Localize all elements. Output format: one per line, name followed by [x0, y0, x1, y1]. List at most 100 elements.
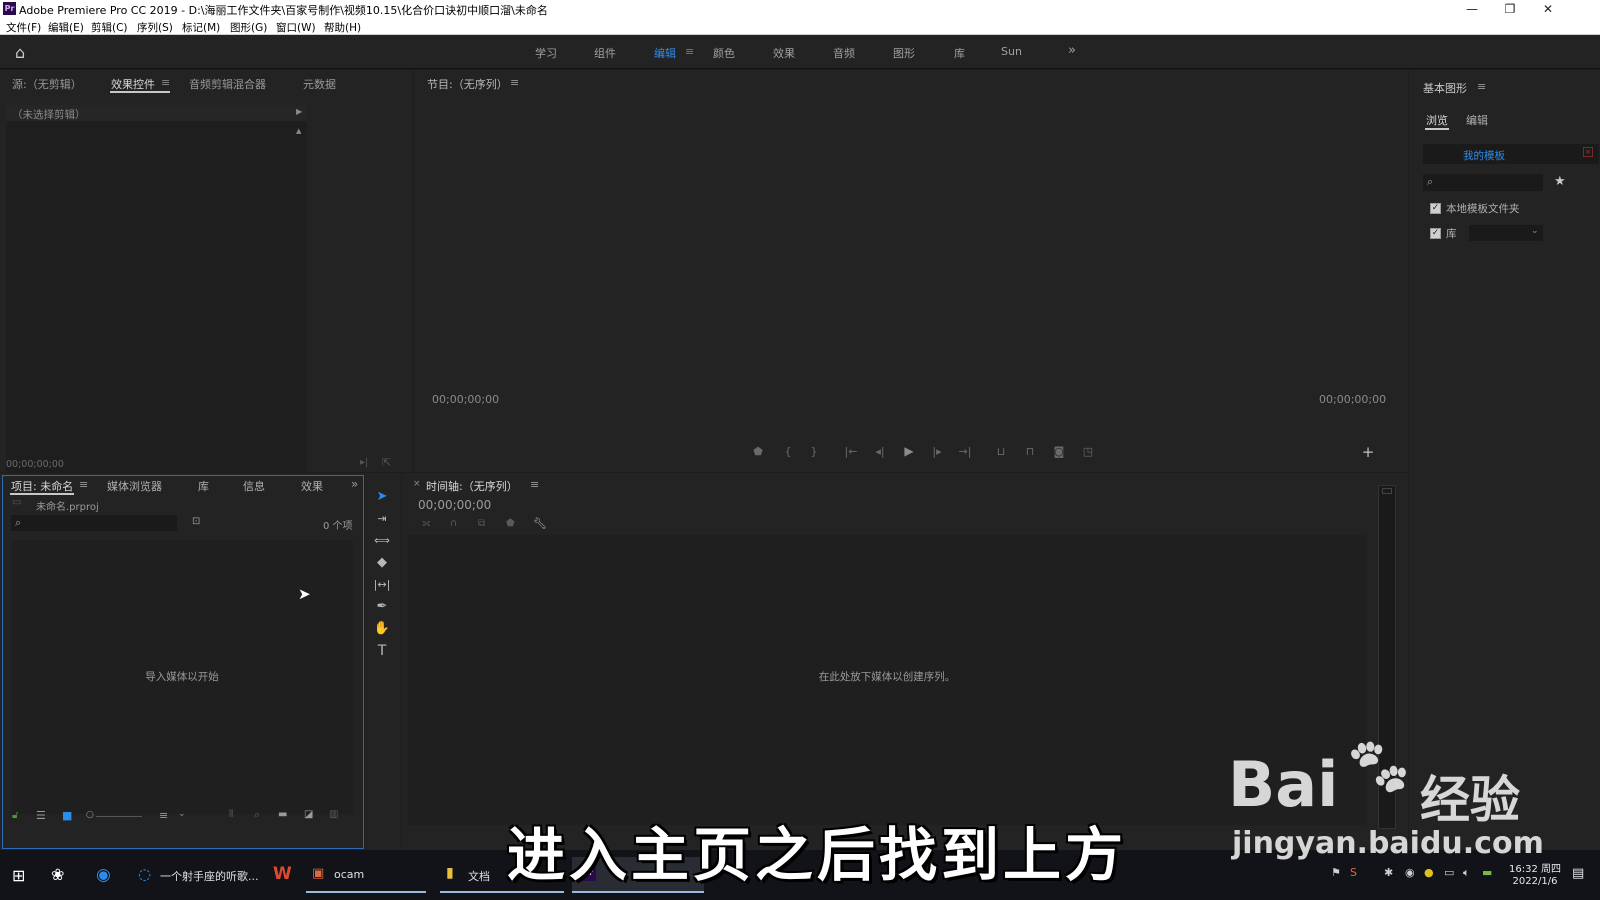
list-view-icon[interactable]: ☰ [36, 809, 46, 822]
zoom-slider-track[interactable] [96, 816, 142, 817]
workspace-editing[interactable]: 编辑 [654, 45, 676, 61]
workspace-effects[interactable]: 效果 [773, 45, 795, 61]
extract-icon[interactable]: ⊓ [1023, 445, 1037, 458]
tab-metadata[interactable]: 元数据 [303, 76, 336, 92]
export-icon[interactable]: ⇱ [382, 456, 391, 469]
workspace-sun[interactable]: Sun [1001, 45, 1022, 58]
type-tool-icon[interactable]: T [372, 642, 392, 660]
menu-marker[interactable]: 标记(M) [182, 20, 220, 35]
linked-selection-icon[interactable]: ⧉ [478, 518, 485, 529]
trash-icon[interactable]: ▥ [329, 809, 338, 820]
step-back-icon[interactable]: ◂| [873, 445, 887, 458]
app-pinned-icon[interactable]: ❀ [51, 865, 64, 884]
go-to-in-icon[interactable]: |← [844, 445, 858, 458]
close-timeline-icon[interactable]: × [413, 479, 421, 489]
tray-volume-icon[interactable]: 🔈︎ [1463, 866, 1470, 880]
tab-menu-icon[interactable]: ≡ [161, 76, 170, 89]
tray-flag-icon[interactable]: ⚑ [1331, 866, 1341, 879]
tray-s-icon[interactable]: S [1350, 866, 1357, 879]
program-timecode-left[interactable]: 00;00;00;00 [432, 393, 499, 406]
project-search-input[interactable]: ⌕ [11, 515, 177, 531]
timeline-timecode[interactable]: 00;00;00;00 [418, 498, 491, 512]
play-audio-icon[interactable]: ▸| [360, 457, 368, 468]
tab-effect-controls[interactable]: 效果控件 [111, 76, 155, 92]
taskbar-time[interactable]: 16:32 周四 [1505, 860, 1565, 875]
favorite-star-icon[interactable]: ★ [1554, 174, 1566, 189]
lock-icon[interactable]: 🔓︎ [12, 810, 18, 821]
sort-icon[interactable]: ≡ [159, 809, 168, 822]
scroll-up-icon[interactable]: ▲ [296, 127, 301, 135]
clear-icon[interactable]: × [1583, 147, 1593, 157]
add-marker-icon[interactable]: ⬟ [506, 518, 515, 529]
tab-media-browser[interactable]: 媒体浏览器 [107, 478, 162, 494]
tab-info[interactable]: 信息 [243, 478, 265, 494]
more-workspaces-icon[interactable]: » [1068, 43, 1076, 58]
menu-window[interactable]: 窗口(W) [276, 20, 316, 35]
tray-bluetooth-icon[interactable]: ✱ [1384, 866, 1393, 879]
tray-record-icon[interactable]: ◉ [1405, 866, 1415, 879]
tray-network-icon[interactable]: ▭ [1444, 866, 1454, 879]
menu-clip[interactable]: 剪辑(C) [91, 20, 128, 35]
lift-icon[interactable]: ⊔ [994, 445, 1008, 458]
wrench-icon[interactable]: 🔧︎ [533, 517, 547, 530]
expand-arrow-icon[interactable]: ▶ [296, 107, 302, 116]
tab-effects[interactable]: 效果 [301, 478, 323, 494]
library-select[interactable]: ⌄ [1469, 225, 1543, 241]
tray-shield-icon[interactable]: ● [1424, 866, 1434, 879]
workspace-learn[interactable]: 学习 [535, 45, 557, 61]
workspace-menu-icon[interactable]: ≡ [685, 45, 694, 58]
play-icon[interactable]: ▶ [902, 444, 916, 458]
pen-tool-icon[interactable]: ✒ [372, 598, 392, 616]
sort-chevron-icon[interactable]: ⌄ [178, 809, 186, 819]
go-to-out-icon[interactable]: →| [958, 445, 972, 458]
zoom-slider-handle[interactable]: ○ [86, 810, 94, 820]
track-select-tool-icon[interactable]: ⇥ [372, 510, 392, 528]
find-icon[interactable]: ⌕ [254, 808, 260, 822]
local-templates-checkbox[interactable]: ✓ [1430, 203, 1441, 214]
new-item-icon[interactable]: ◪ [304, 809, 313, 820]
menu-edit[interactable]: 编辑(E) [48, 20, 84, 35]
export-frame-icon[interactable]: ◙ [1052, 445, 1066, 458]
slip-tool-icon[interactable]: |↔| [372, 576, 392, 594]
tab-edit[interactable]: 编辑 [1466, 112, 1488, 128]
essential-graphics-menu-icon[interactable]: ≡ [1477, 80, 1486, 93]
step-forward-icon[interactable]: |▸ [930, 445, 944, 458]
library-checkbox[interactable]: ✓ [1430, 228, 1441, 239]
home-icon[interactable]: ⌂ [15, 43, 25, 62]
tab-audio-clip-mixer[interactable]: 音频剪辑混合器 [189, 76, 266, 92]
close-button[interactable]: ✕ [1529, 0, 1567, 18]
taskbar-item-music[interactable]: ◌ 一个射手座的听歌... [132, 857, 259, 893]
notification-icon[interactable]: ▤ [1572, 866, 1584, 881]
tab-project[interactable]: 项目: 未命名 [11, 478, 73, 494]
menu-help[interactable]: 帮助(H) [324, 20, 361, 35]
workspace-libraries[interactable]: 库 [954, 45, 965, 61]
tab-browse[interactable]: 浏览 [1426, 112, 1448, 128]
project-menu-icon[interactable]: ≡ [79, 478, 88, 491]
menu-file[interactable]: 文件(F) [6, 20, 41, 35]
tray-battery-icon[interactable]: ▬ [1482, 866, 1492, 879]
add-marker-icon[interactable]: ⬟ [751, 445, 765, 458]
workspace-audio[interactable]: 音频 [833, 45, 855, 61]
windows-start-icon[interactable]: ⊞ [12, 866, 25, 885]
ripple-edit-tool-icon[interactable]: ⟺ [372, 532, 392, 550]
minimize-button[interactable]: — [1453, 0, 1491, 18]
workspace-assembly[interactable]: 组件 [594, 45, 616, 61]
restore-button[interactable]: ❐ [1491, 0, 1529, 18]
comparison-view-icon[interactable]: ◳ [1081, 445, 1095, 458]
project-drop-area[interactable]: 导入媒体以开始 [11, 540, 353, 814]
hand-tool-icon[interactable]: ✋ [372, 620, 392, 638]
insert-sequence-icon[interactable]: ⟗ [422, 518, 431, 529]
workspace-color[interactable]: 颜色 [713, 45, 735, 61]
mark-out-icon[interactable]: } [807, 445, 821, 458]
more-panels-icon[interactable]: » [351, 477, 358, 491]
new-search-bin-icon[interactable]: ⊡ [192, 516, 200, 527]
new-bin-icon[interactable]: ▬ [278, 809, 287, 820]
template-search-input[interactable]: ⌕ [1423, 174, 1543, 191]
tab-libraries[interactable]: 库 [198, 478, 209, 494]
workspace-graphics[interactable]: 图形 [893, 45, 915, 61]
my-templates-dropdown[interactable]: 我的模板 × [1423, 144, 1599, 164]
mark-in-icon[interactable]: { [781, 445, 795, 458]
timeline-drop-area[interactable]: 在此处放下媒体以创建序列。 [408, 535, 1366, 825]
automate-sequence-icon[interactable]: ⫴ [229, 809, 233, 820]
icon-view-icon[interactable]: ■ [62, 809, 72, 822]
